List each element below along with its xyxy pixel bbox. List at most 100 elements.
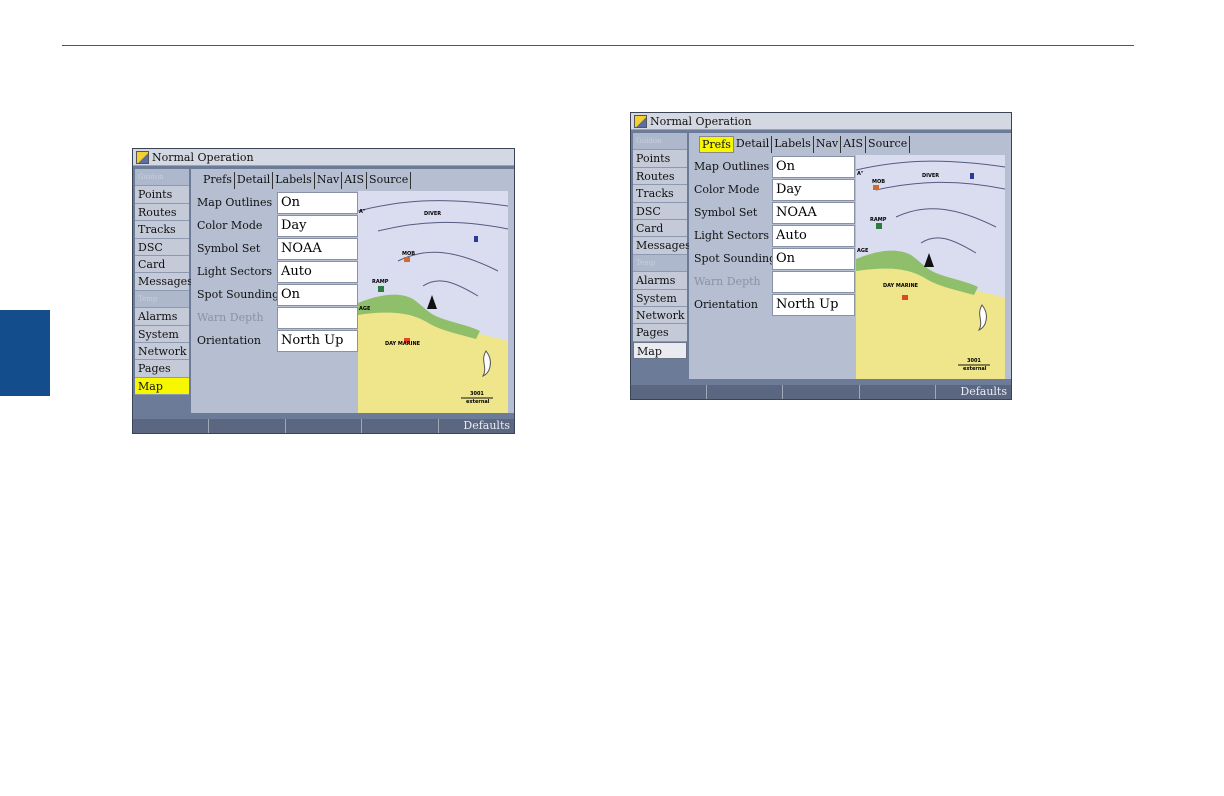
menu-item-guidon: Guidon — [633, 133, 687, 151]
window-title: Normal Operation — [650, 115, 752, 128]
orientation-field[interactable]: North Up — [277, 330, 358, 352]
softkey-defaults[interactable]: Defaults — [936, 385, 1011, 399]
settings-fields: Map Outlines On Color Mode Day Symbol Set N… — [694, 156, 855, 317]
menu-item-points[interactable]: Points — [633, 150, 687, 168]
tab-prefs[interactable]: Prefs — [699, 136, 734, 153]
menu-item-alarms[interactable]: Alarms — [633, 272, 687, 290]
softkey-2[interactable] — [707, 385, 784, 399]
softkey-1[interactable] — [133, 419, 210, 433]
map-label-diver: DIVER — [922, 173, 940, 179]
tab-detail[interactable]: Detail — [734, 136, 773, 153]
light-sectors-field[interactable]: Auto — [772, 225, 855, 247]
softkey-4[interactable] — [362, 419, 439, 433]
main-menu: Guidon Points Routes Tracks DSC Card Mes… — [135, 169, 193, 396]
screenshot-map-setup-prefs-focus: Normal Operation Guidon Points Routes Tr… — [630, 112, 1012, 400]
softkey-bar: Defaults — [133, 419, 514, 433]
color-mode-field[interactable]: Day — [277, 215, 358, 237]
menu-item-tracks[interactable]: Tracks — [135, 221, 189, 239]
menu-item-system[interactable]: System — [633, 289, 687, 307]
symbol-set-field[interactable]: NOAA — [277, 238, 358, 260]
map-outlines-field[interactable]: On — [277, 192, 358, 214]
tab-ais[interactable]: AIS — [841, 136, 867, 153]
menu-item-pages[interactable]: Pages — [633, 324, 687, 342]
tab-ais[interactable]: AIS — [342, 172, 368, 189]
menu-item-network[interactable]: Network — [135, 342, 189, 361]
menu-item-map[interactable]: Map — [135, 377, 189, 396]
tab-nav[interactable]: Nav — [814, 136, 842, 153]
map-source-label: external — [963, 366, 987, 372]
app-icon — [634, 115, 647, 128]
menu-item-temp: Temp — [135, 290, 189, 309]
menu-item-map[interactable]: Map — [633, 341, 687, 360]
map-source-label: external — [466, 399, 490, 405]
softkey-3[interactable] — [286, 419, 363, 433]
map-scale-label: 3001 — [967, 358, 981, 364]
softkey-defaults[interactable]: Defaults — [439, 419, 514, 433]
spot-soundings-field[interactable]: On — [772, 248, 855, 270]
orientation-field[interactable]: North Up — [772, 294, 855, 316]
menu-item-dsc[interactable]: DSC — [633, 202, 687, 220]
symbol-set-label: Symbol Set — [694, 206, 758, 219]
color-mode-label: Color Mode — [694, 183, 760, 196]
tab-source[interactable]: Source — [367, 172, 412, 189]
chapter-side-tab — [0, 310, 50, 396]
spot-soundings-label: Spot Soundings — [197, 288, 285, 301]
vessel-icon — [924, 253, 934, 267]
map-label-diver: DIVER — [424, 211, 442, 217]
warn-depth-label: Warn Depth — [197, 311, 264, 324]
tab-source[interactable]: Source — [866, 136, 911, 153]
spot-soundings-field[interactable]: On — [277, 284, 358, 306]
softkey-4[interactable] — [860, 385, 936, 399]
menu-item-guidon: Guidon — [135, 169, 189, 187]
light-sectors-label: Light Sectors — [694, 229, 770, 242]
menu-item-messages[interactable]: Messages — [633, 237, 691, 255]
symbol-set-field[interactable]: NOAA — [772, 202, 855, 224]
window-title: Normal Operation — [152, 151, 254, 164]
softkey-1[interactable] — [631, 385, 708, 399]
map-label-age: AGE — [857, 248, 869, 254]
settings-tabs: Prefs Detail Labels Nav AIS Source — [201, 172, 412, 189]
menu-item-routes[interactable]: Routes — [633, 167, 687, 186]
settings-tabs: Prefs Detail Labels Nav AIS Source — [699, 136, 911, 153]
menu-item-messages[interactable]: Messages — [135, 273, 193, 291]
tab-labels[interactable]: Labels — [273, 172, 315, 189]
menu-item-tracks[interactable]: Tracks — [633, 185, 687, 203]
menu-item-network[interactable]: Network — [633, 306, 687, 325]
warn-depth-field — [277, 307, 358, 329]
settings-fields: Map Outlines On Color Mode Day Symbol Set N… — [197, 192, 358, 353]
menu-item-dsc[interactable]: DSC — [135, 238, 189, 256]
window-titlebar: Normal Operation — [133, 149, 514, 166]
tab-prefs[interactable]: Prefs — [201, 172, 235, 189]
light-sectors-label: Light Sectors — [197, 265, 273, 278]
tab-detail[interactable]: Detail — [235, 172, 274, 189]
app-icon — [136, 151, 149, 164]
color-mode-field[interactable]: Day — [772, 179, 855, 201]
softkey-3[interactable] — [783, 385, 860, 399]
tab-labels[interactable]: Labels — [772, 136, 814, 153]
settings-panel: Prefs Detail Labels Nav AIS Source Map O… — [191, 169, 514, 413]
menu-item-pages[interactable]: Pages — [135, 360, 189, 378]
map-label-ramp: RAMP — [870, 217, 887, 223]
menu-item-temp: Temp — [633, 254, 687, 273]
map-label-edge-top: A" — [359, 209, 366, 215]
map-preview: DIVER MOB RAMP DAY MARINE AGE A" 3001 ex… — [358, 191, 508, 413]
map-label-age: AGE — [359, 306, 371, 312]
tab-nav[interactable]: Nav — [315, 172, 343, 189]
menu-item-points[interactable]: Points — [135, 186, 189, 204]
menu-item-alarms[interactable]: Alarms — [135, 308, 189, 326]
map-outlines-label: Map Outlines — [197, 196, 273, 209]
softkey-bar: Defaults — [631, 385, 1011, 399]
warn-depth-label: Warn Depth — [694, 275, 761, 288]
light-sectors-field[interactable]: Auto — [277, 261, 358, 283]
softkey-2[interactable] — [209, 419, 286, 433]
map-preview: DIVER MOB RAMP DAY MARINE AGE A" 3001 ex… — [856, 155, 1005, 379]
menu-item-system[interactable]: System — [135, 325, 189, 343]
map-label-day-marine: DAY MARINE — [883, 283, 919, 289]
map-outlines-field[interactable]: On — [772, 156, 855, 178]
screenshot-map-setup-menu-focus: Normal Operation Guidon Points Routes Tr… — [132, 148, 515, 434]
menu-item-routes[interactable]: Routes — [135, 203, 189, 222]
orientation-label: Orientation — [197, 334, 262, 347]
menu-item-card[interactable]: Card — [135, 255, 189, 274]
window-titlebar: Normal Operation — [631, 113, 1011, 130]
menu-item-card[interactable]: Card — [633, 219, 687, 238]
